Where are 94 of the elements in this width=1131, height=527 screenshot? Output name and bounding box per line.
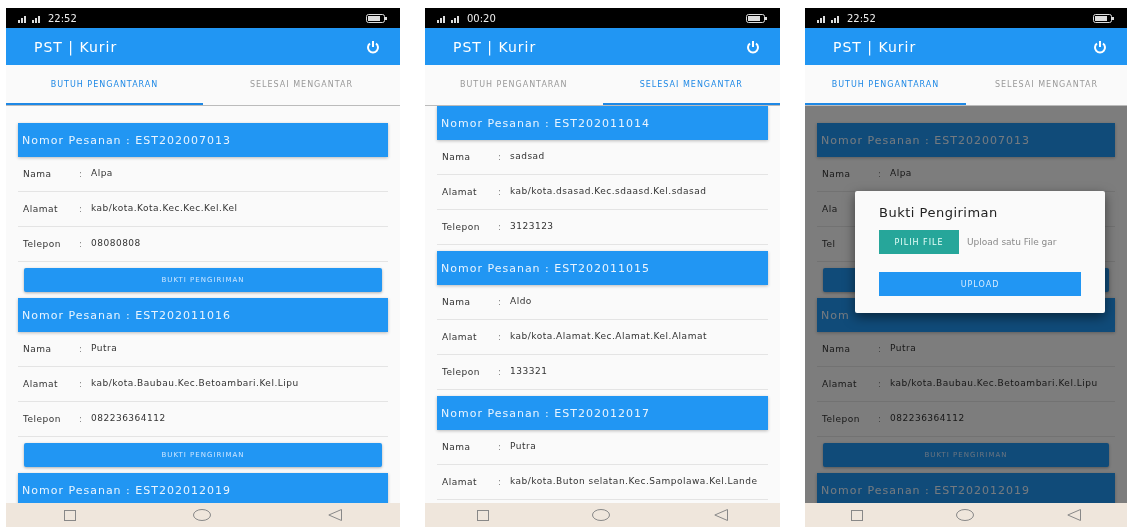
tab[interactable]: BUTUH PENGANTARAN [6,65,203,105]
field-value: kab/kota.dsasad.Kec.sdaasd.Kel.sdasad [510,185,708,199]
field-separator: : [79,379,84,389]
field-label: Telepon [23,414,62,424]
battery-icon [746,13,768,23]
field-value: Putra [890,342,918,356]
field-separator: : [498,297,503,307]
field-label: Alamat [442,187,478,197]
recents-icon[interactable] [64,509,77,521]
field-value: sadsad [510,150,546,164]
field-value: Alpa [890,167,913,181]
recents-icon[interactable] [476,509,489,521]
field-value: 3123123 [510,220,555,234]
order-header: Nomor Pesanan : EST202011014 [437,106,768,140]
order-header: Nomor Pesanan : EST202007013 [18,123,388,157]
field-separator: : [498,442,503,452]
home-icon[interactable] [956,509,974,521]
field-separator: : [498,477,503,487]
field-separator: : [79,169,84,179]
app-title: PST | Kurir [453,38,537,55]
battery-icon [1093,13,1115,23]
field-value: 082236364112 [890,412,966,426]
field-value: Putra [510,440,538,454]
status-time: 00:20 [467,12,496,24]
home-icon[interactable] [592,509,611,521]
field-label: Telepon [822,414,861,424]
app-title: PST | Kurir [833,38,917,55]
field-value: kab/kota.Kota.Kec.Kec.Kel.Kel [91,202,239,216]
power-icon[interactable] [746,39,760,54]
field-label: Telepon [442,222,481,232]
field-separator: : [498,332,503,342]
dialog-title: Bukti Pengiriman [879,205,999,220]
battery-icon [366,13,388,23]
field-separator: : [79,414,84,424]
field-value: kab/kota.Baubau.Kec.Betoambari.Kel.Lipu [91,377,300,391]
field-separator: : [498,187,503,197]
status-time: 22:52 [48,12,77,24]
status-time: 22:52 [847,12,876,24]
field-value: kab/kota.Buton selatan.Kec.Sampolawa.Kel.Lande [510,475,759,489]
back-icon[interactable] [1066,509,1081,521]
tab[interactable]: SELESAI MENGANTAR [966,65,1127,105]
home-icon[interactable] [193,509,211,521]
field-label: Alamat [23,379,59,389]
upload-button[interactable]: UPLOAD [879,272,1081,296]
field-value: Alpa [91,167,114,181]
order-header: Nomor Pesanan : EST202007013 [817,123,1115,157]
file-field[interactable]: Upload satu File gar [967,237,1079,247]
field-separator: : [498,152,503,162]
order-header: Nomor Pesanan : EST202012017 [437,396,768,430]
field-separator: : [878,169,883,179]
field-label: Nama [442,297,472,307]
field-value: 08080808 [91,237,142,251]
field-label: Alamat [23,204,59,214]
recents-icon[interactable] [851,509,864,521]
back-icon[interactable] [714,509,729,521]
field-label: Nama [23,344,53,354]
order-header: Nomor Pesanan : EST202012019 [817,473,1115,503]
field-separator: : [878,379,883,389]
field-label: Ala [822,204,839,214]
field-separator: : [878,414,883,424]
power-icon[interactable] [366,39,380,54]
field-separator: : [79,239,84,249]
field-separator: : [878,344,883,354]
field-label: Nama [822,344,852,354]
field-label: Tel [822,239,837,249]
field-label: Alamat [442,477,478,487]
field-label: Alamat [442,332,478,342]
tab[interactable]: BUTUH PENGANTARAN [805,65,966,105]
tab[interactable]: SELESAI MENGANTAR [203,65,400,105]
order-header: Nomor Pesanan : EST202011015 [437,251,768,285]
field-value: Aldo [510,295,533,309]
field-separator: : [79,204,84,214]
power-icon[interactable] [1093,39,1107,54]
field-value: kab/kota.Alamat.Kec.Alamat.Kel.Alamat [510,330,708,344]
field-value: 082236364112 [91,412,167,426]
field-label: Nama [23,169,53,179]
field-value: 133321 [510,365,549,379]
field-label: Nama [442,152,472,162]
field-value: Putra [91,342,119,356]
choose-file-button[interactable]: PILIH FILE [879,230,959,254]
back-icon[interactable] [327,509,342,521]
field-value: kab/kota.Baubau.Kec.Betoambari.Kel.Lipu [890,377,1099,391]
field-label: Telepon [23,239,62,249]
app-title: PST | Kurir [34,38,118,55]
field-separator: : [498,222,503,232]
field-separator: : [79,344,84,354]
field-label: Telepon [442,367,481,377]
tab[interactable]: BUTUH PENGANTARAN [425,65,603,105]
field-separator: : [498,367,503,377]
field-label: Nama [822,169,852,179]
order-header: Nomor Pesanan : EST202011016 [18,298,388,332]
field-label: Alamat [822,379,858,389]
field-label: Nama [442,442,472,452]
order-header: Nomor Pesanan : EST202012019 [18,473,388,503]
